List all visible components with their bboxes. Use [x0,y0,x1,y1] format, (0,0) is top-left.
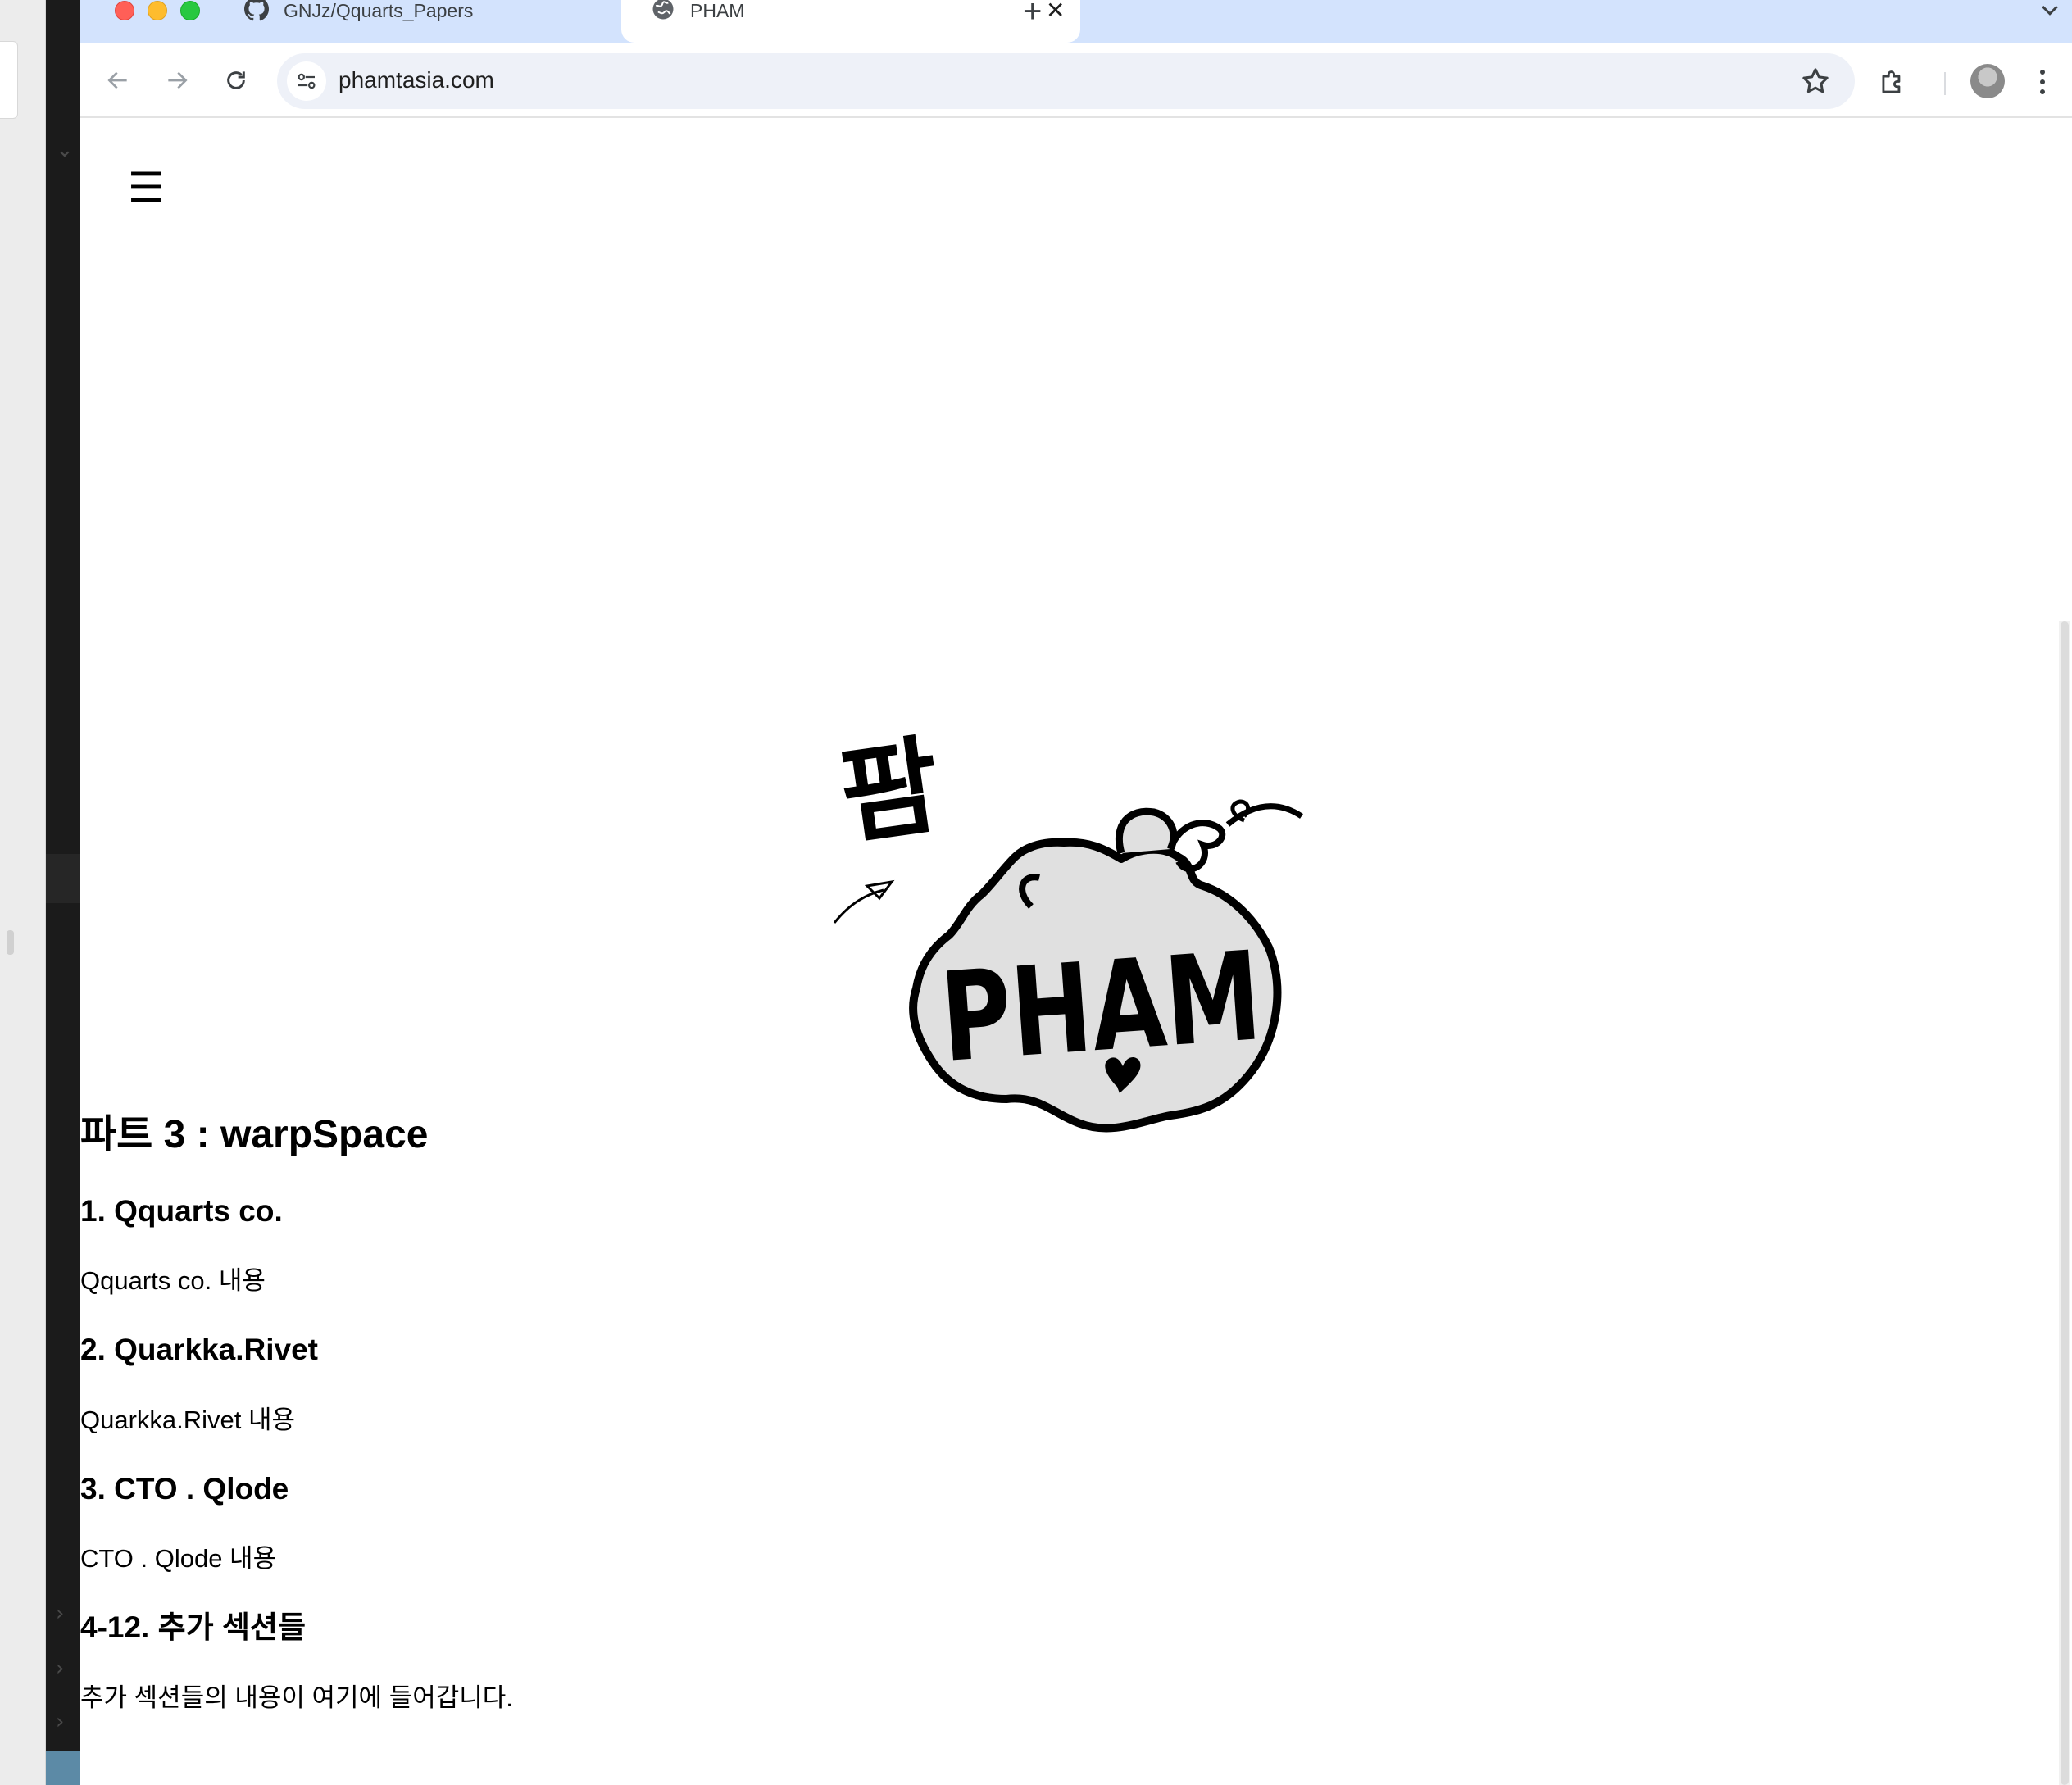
web-page: ☰ 팜 PHAM 파트 3 : warpSpace 1. Qquarts co.… [80,120,2072,1785]
extensions-icon[interactable] [1877,67,1908,98]
section-heading: 1. Qquarts co. [80,1193,283,1228]
background-editor-gutter: ⌄ › › › [46,0,80,1785]
close-window-button[interactable] [115,1,134,20]
bookmark-star-icon[interactable] [1799,65,1832,98]
reload-button[interactable] [216,61,256,100]
chevron-right-icon: › [56,1656,65,1681]
tab-title: GNJz/Qquarts_Papers [284,0,474,21]
toolbar-separator [1944,72,1946,95]
section-body: 추가 섹션들의 내용이 여기에 들어갑니다. [80,1683,513,1712]
section-body: Quarkka.Rivet 내용 [80,1405,296,1434]
background-window-panel [0,0,46,1785]
reload-icon [227,71,245,89]
github-icon [244,0,269,21]
section-heading: 4-12. 추가 섹션들 [80,1610,307,1645]
back-button[interactable] [98,61,138,100]
tab-title: PHAM [690,0,745,21]
url-text[interactable]: phamtasia.com [339,67,494,93]
section-body: CTO . Qlode 내용 [80,1544,277,1574]
section-heading: 2. Quarkka.Rivet [80,1333,318,1367]
tab-pham[interactable]: PHAM ✕ [621,0,1080,43]
part-title: 파트 3 : warpSpace [80,1113,429,1156]
hamburger-icon[interactable]: ☰ [128,167,165,208]
arrow-right-icon [168,71,188,89]
tab-search-icon[interactable] [2038,0,2062,23]
chevron-right-icon: › [56,1601,65,1626]
browser-toolbar: phamtasia.com [80,43,2072,118]
minimize-window-button[interactable] [148,1,167,20]
site-info-button[interactable] [287,61,326,101]
browser-window: GNJz/Qquarts_Papers ✕ PHAM ✕ + [80,0,2072,1785]
address-bar[interactable]: phamtasia.com [277,53,1855,109]
section-heading: 3. CTO . Qlode [80,1471,289,1506]
gutter-highlight [46,854,80,903]
scrollbar-thumb[interactable] [2061,621,2069,1785]
tab-strip: GNJz/Qquarts_Papers ✕ PHAM ✕ + [80,0,2072,43]
section-body: Qquarts co. 내용 [80,1265,266,1295]
resize-handle [7,930,14,955]
pham-logo: 팜 PHAM [833,726,1303,1133]
chevron-right-icon: › [56,1710,65,1734]
background-window: ⌄ › › › [0,0,80,1785]
new-tab-button[interactable]: + [1023,0,1042,30]
close-tab-icon[interactable]: ✕ [1046,0,1065,24]
chevron-down-icon: ⌄ [56,138,74,162]
more-menu-icon[interactable] [2034,66,2051,98]
maximize-window-button[interactable] [180,1,200,20]
tab-github[interactable]: GNJz/Qquarts_Papers ✕ [244,0,687,43]
forward-button[interactable] [157,61,197,100]
globe-icon [652,0,674,20]
logo-latin-text: PHAM [937,925,1265,1090]
background-tab [0,41,18,119]
profile-avatar[interactable] [1970,64,2005,98]
arrow-left-icon [107,71,127,89]
tune-icon [298,73,316,89]
page-scrollbar[interactable] [2059,621,2070,1785]
logo-korean-text: 팜 [833,726,947,860]
status-indicator [46,1751,80,1785]
content-section: 파트 3 : warpSpace 1. Qquarts co. Qquarts … [80,1111,1392,1713]
